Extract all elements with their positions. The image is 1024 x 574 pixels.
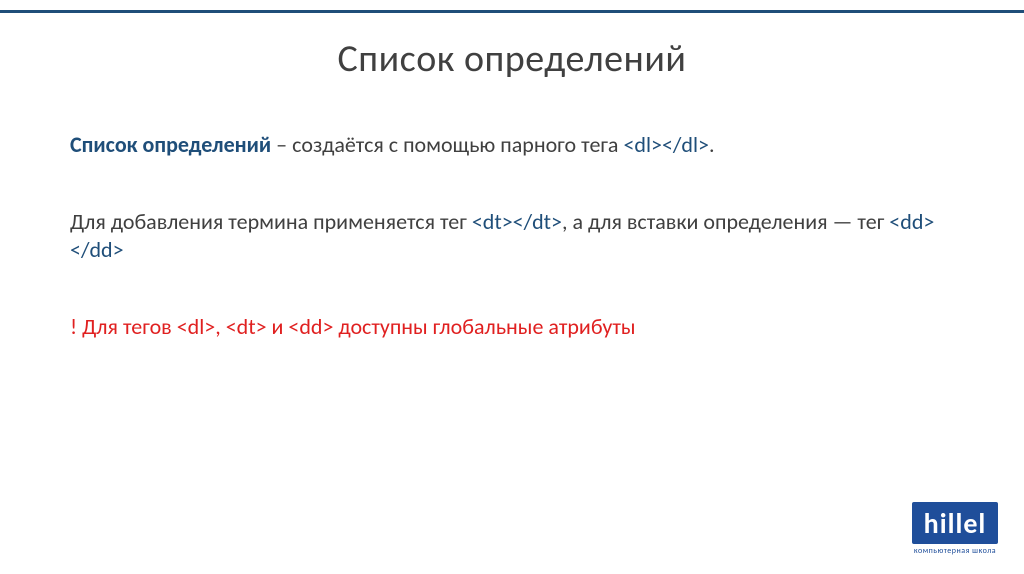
code-dt: <dt></dt>	[472, 208, 562, 235]
paragraph-definition: Список определений – создаётся с помощью…	[70, 130, 954, 160]
term-highlight: Список определений	[70, 131, 271, 158]
code-dt: <dt>	[226, 313, 267, 340]
brand-logo: hillel компьютерная школа	[912, 502, 998, 556]
paragraph-note: ! Для тегов <dl>, <dt> и <dd> доступны г…	[70, 313, 954, 342]
top-divider	[0, 10, 1024, 13]
logo-subtext: компьютерная школа	[912, 547, 998, 556]
code-dl: <dl>	[177, 313, 216, 340]
text: , а для вставки определения — тег	[562, 208, 889, 235]
text: .	[709, 131, 715, 158]
text: доступны глобальные атрибуты	[333, 313, 635, 340]
text: ,	[215, 313, 225, 340]
logo-text: hillel	[912, 502, 998, 544]
text: – создаётся с помощью парного тега	[271, 131, 623, 158]
code-dd: <dd>	[288, 313, 333, 340]
paragraph-usage: Для добавления термина применяется тег <…	[70, 208, 954, 265]
slide-content: Список определений Список определений – …	[0, 0, 1024, 341]
slide-title: Список определений	[70, 36, 954, 82]
code-dl: <dl></dl>	[623, 131, 709, 158]
text: Для добавления термина применяется тег	[70, 208, 472, 235]
text: ! Для тегов	[70, 313, 177, 340]
text: и	[267, 313, 289, 340]
